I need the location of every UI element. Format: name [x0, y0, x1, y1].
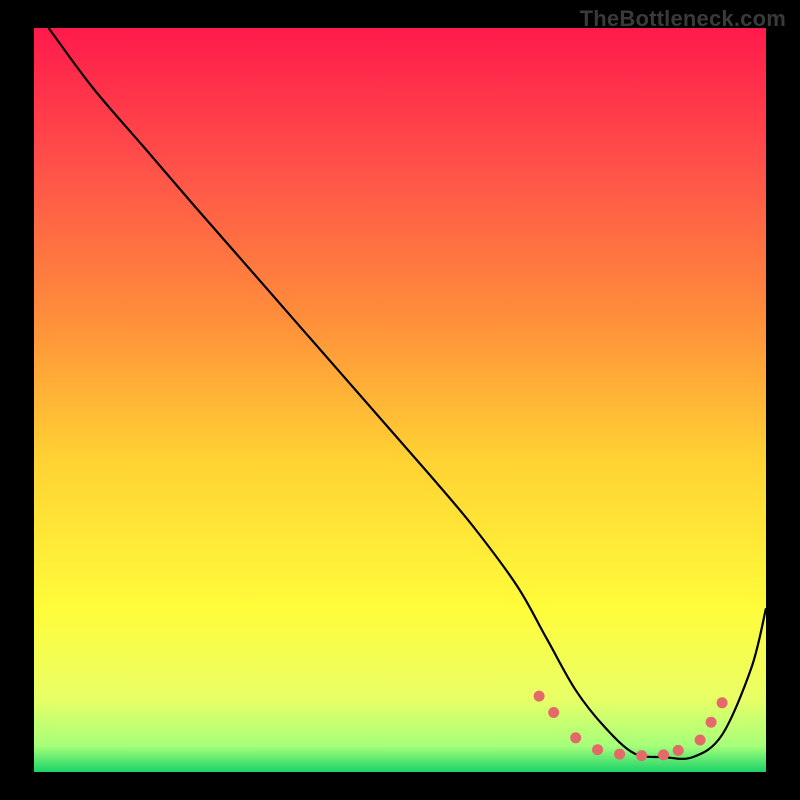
highlight-dot	[548, 707, 559, 718]
highlight-dot	[658, 749, 669, 760]
chart-frame: TheBottleneck.com	[0, 0, 800, 800]
watermark-text: TheBottleneck.com	[580, 6, 786, 32]
highlight-dot	[673, 745, 684, 756]
gradient-background	[34, 28, 766, 772]
highlight-dot	[570, 732, 581, 743]
highlight-dot	[534, 691, 545, 702]
highlight-dot	[614, 749, 625, 760]
highlight-dot	[636, 750, 647, 761]
highlight-dot	[592, 744, 603, 755]
bottleneck-chart	[34, 28, 766, 772]
highlight-dot	[695, 735, 706, 746]
highlight-dot	[706, 717, 717, 728]
plot-area	[34, 28, 766, 772]
highlight-dot	[717, 697, 728, 708]
